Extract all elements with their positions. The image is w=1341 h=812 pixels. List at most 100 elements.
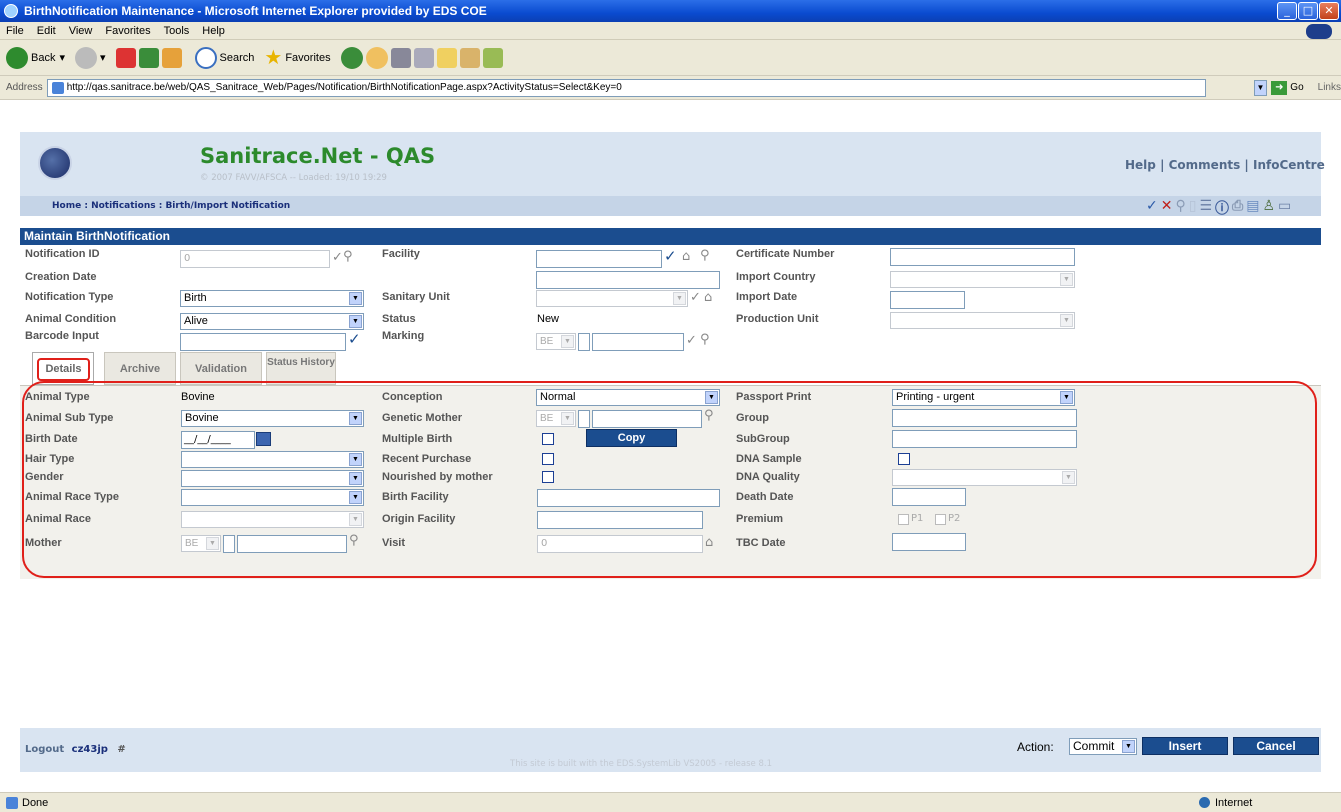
conception-select[interactable]: Normal ▼ xyxy=(536,389,720,406)
hair-type-select[interactable]: ▼ xyxy=(181,451,364,468)
save-icon[interactable]: ▤ xyxy=(1246,198,1259,218)
history-icon[interactable] xyxy=(340,46,363,69)
menu-edit[interactable]: Edit xyxy=(37,25,56,37)
menu-tools[interactable]: Tools xyxy=(164,25,190,37)
favorites-button[interactable]: ★ Favorites xyxy=(264,45,330,70)
document-icon[interactable]: ▯ xyxy=(1189,198,1197,218)
multiple-birth-checkbox[interactable] xyxy=(542,433,554,445)
edit-icon[interactable] xyxy=(413,47,434,68)
forward-button[interactable]: ▾ xyxy=(75,46,106,69)
group-input[interactable] xyxy=(892,409,1077,427)
certificate-number-input[interactable] xyxy=(890,248,1075,266)
visit-input[interactable]: 0 xyxy=(537,535,703,553)
search-icon[interactable]: ⚲ xyxy=(700,248,710,263)
recent-purchase-checkbox[interactable] xyxy=(542,453,554,465)
animal-race-select[interactable]: ▼ xyxy=(181,511,364,528)
sanitary-unit-select[interactable]: ▼ xyxy=(536,290,688,307)
marking-check-input[interactable] xyxy=(578,333,590,351)
dna-sample-checkbox[interactable] xyxy=(898,453,910,465)
search-icon[interactable]: ⚲ xyxy=(700,332,710,347)
mother-country-select[interactable]: BE ▼ xyxy=(181,535,221,552)
messenger-icon[interactable] xyxy=(482,47,503,68)
minimize-button[interactable]: _ xyxy=(1277,2,1297,20)
menu-help[interactable]: Help xyxy=(202,25,225,37)
info-icon[interactable]: ⓘ xyxy=(1215,198,1229,218)
users-icon[interactable]: ♙ xyxy=(1262,198,1275,218)
close-button[interactable]: ✕ xyxy=(1319,2,1339,20)
insert-button[interactable]: Insert xyxy=(1142,737,1228,755)
attach-icon[interactable]: ⌂ xyxy=(704,290,712,305)
tbc-date-input[interactable] xyxy=(892,533,966,551)
links-button[interactable]: Links xyxy=(1318,82,1341,93)
marking-country-select[interactable]: BE ▼ xyxy=(536,333,576,350)
search-button[interactable]: Search xyxy=(194,46,254,69)
address-dropdown-button[interactable]: ▼ xyxy=(1253,79,1268,96)
address-input[interactable]: http://qas.sanitrace.be/web/QAS_Sanitrac… xyxy=(46,78,1206,97)
print-icon[interactable] xyxy=(390,47,411,68)
attach-icon[interactable]: ⌂ xyxy=(682,249,690,264)
genetic-mother-country-select[interactable]: BE ▼ xyxy=(536,410,576,427)
refresh-icon[interactable] xyxy=(138,47,159,68)
hash-link[interactable]: # xyxy=(117,744,125,755)
mother-input[interactable] xyxy=(237,535,347,553)
import-country-select[interactable]: ▼ xyxy=(890,271,1075,288)
mail-icon[interactable] xyxy=(365,46,388,69)
passport-print-select[interactable]: Printing - urgent ▼ xyxy=(892,389,1075,406)
calendar-icon[interactable] xyxy=(256,432,271,446)
maximize-button[interactable]: □ xyxy=(1298,2,1318,20)
search-icon[interactable]: ⚲ xyxy=(704,408,714,423)
marking-input[interactable] xyxy=(592,333,684,351)
barcode-input[interactable] xyxy=(180,333,346,351)
list-icon[interactable]: ☰ xyxy=(1199,198,1212,218)
home-icon[interactable] xyxy=(161,47,182,68)
window-icon[interactable]: ▭ xyxy=(1278,198,1291,218)
delete-icon[interactable]: ✕ xyxy=(1161,198,1173,218)
header-links[interactable]: Help | Comments | InfoCentre xyxy=(1125,158,1325,172)
mother-check-input[interactable] xyxy=(223,535,235,553)
search-icon[interactable]: ⚲ xyxy=(1175,198,1185,218)
attach-icon[interactable]: ⌂ xyxy=(705,535,713,550)
search-icon[interactable]: ⚲ xyxy=(343,249,353,264)
import-date-input[interactable] xyxy=(890,291,965,309)
genetic-mother-input[interactable] xyxy=(592,410,702,428)
menu-view[interactable]: View xyxy=(69,25,93,37)
check-icon[interactable]: ✓ xyxy=(1146,198,1158,218)
validate-icon[interactable]: ✓ xyxy=(690,290,701,305)
validate-icon[interactable]: ✓ xyxy=(686,333,697,348)
facility-detail-input[interactable] xyxy=(536,271,720,289)
dna-quality-select[interactable]: ▼ xyxy=(892,469,1077,486)
gender-select[interactable]: ▼ xyxy=(181,470,364,487)
action-select[interactable]: Commit ▼ xyxy=(1069,738,1137,755)
research-icon[interactable] xyxy=(459,47,480,68)
search-icon[interactable]: ⚲ xyxy=(349,533,359,548)
facility-input[interactable] xyxy=(536,250,662,268)
back-button[interactable]: Back ▾ xyxy=(6,46,65,69)
check-icon[interactable]: ✓ xyxy=(348,330,361,348)
logout-link[interactable]: Logout xyxy=(25,744,64,755)
go-button[interactable]: ➜ Go xyxy=(1271,80,1304,95)
death-date-input[interactable] xyxy=(892,488,966,506)
folder-icon[interactable] xyxy=(436,47,457,68)
animal-race-type-select[interactable]: ▼ xyxy=(181,489,364,506)
subgroup-input[interactable] xyxy=(892,430,1077,448)
menu-favorites[interactable]: Favorites xyxy=(105,25,150,37)
animal-condition-select[interactable]: Alive ▼ xyxy=(180,313,364,330)
nourished-by-mother-checkbox[interactable] xyxy=(542,471,554,483)
animal-sub-type-select[interactable]: Bovine ▼ xyxy=(181,410,364,427)
genetic-mother-check-input[interactable] xyxy=(578,410,590,428)
check-icon[interactable]: ✓ xyxy=(664,247,677,265)
premium-p1-checkbox[interactable] xyxy=(898,514,909,525)
stop-icon[interactable] xyxy=(115,47,136,68)
copy-button[interactable]: Copy xyxy=(586,429,677,447)
notification-id-input[interactable]: 0 xyxy=(180,250,330,268)
breadcrumb[interactable]: Home : Notifications : Birth/Import Noti… xyxy=(52,201,290,211)
birth-date-input[interactable]: __/__/____ xyxy=(181,431,255,449)
origin-facility-input[interactable] xyxy=(537,511,703,529)
production-unit-select[interactable]: ▼ xyxy=(890,312,1075,329)
validate-icon[interactable]: ✓ xyxy=(332,250,343,265)
notification-type-select[interactable]: Birth ▼ xyxy=(180,290,364,307)
birth-facility-input[interactable] xyxy=(537,489,720,507)
print-icon[interactable]: ⎙ xyxy=(1232,198,1243,218)
menu-file[interactable]: File xyxy=(6,25,24,37)
cancel-button[interactable]: Cancel xyxy=(1233,737,1319,755)
